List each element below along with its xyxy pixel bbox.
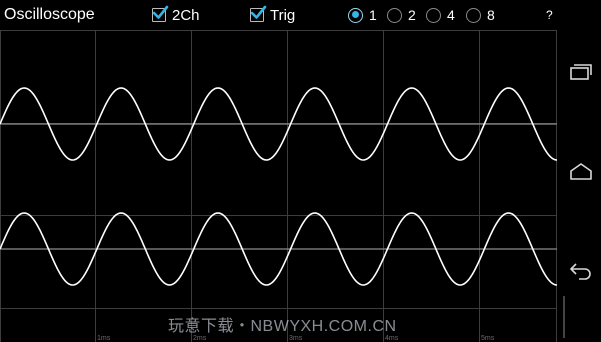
traces: [0, 87, 558, 286]
time-label-3: 3ms: [289, 335, 303, 342]
system-nav-bar: [561, 0, 601, 342]
help-button[interactable]: ?: [546, 8, 553, 22]
scale-radio-label: 8: [487, 7, 495, 23]
baselines: [0, 123, 557, 250]
scope-canvas: 1ms 2ms 3ms 4ms 5ms: [0, 30, 558, 342]
scale-radio-label: 1: [369, 7, 377, 23]
radio-unselected-icon: [387, 7, 402, 23]
scale-radio-1[interactable]: 1: [348, 6, 377, 24]
recent-apps-icon[interactable]: [569, 62, 593, 82]
scroll-indicator: [563, 296, 565, 338]
radio-unselected-icon: [426, 7, 441, 23]
home-icon[interactable]: [569, 162, 593, 182]
checkbox-checked-icon: [250, 5, 267, 22]
scale-radio-label: 2: [408, 7, 416, 23]
radio-selected-icon: [348, 7, 363, 23]
scale-radio-8[interactable]: 8: [466, 6, 495, 24]
time-label-5: 5ms: [481, 335, 495, 342]
app-title: Oscilloscope: [4, 6, 95, 23]
oscilloscope-app: Oscilloscope 2Ch Trig 1 2 4 8 ? 1ms 2ms …: [0, 0, 601, 342]
trigger-checkbox[interactable]: Trig: [250, 5, 296, 24]
scope-display[interactable]: 1ms 2ms 3ms 4ms 5ms: [0, 30, 561, 342]
scale-radio-4[interactable]: 4: [426, 6, 455, 24]
trigger-label: Trig: [270, 6, 296, 24]
two-channel-checkbox[interactable]: 2Ch: [152, 5, 200, 24]
time-label-4: 4ms: [385, 335, 399, 342]
scale-radio-2[interactable]: 2: [387, 6, 416, 24]
time-labels: 1ms 2ms 3ms 4ms 5ms: [97, 335, 495, 342]
time-label-2: 2ms: [193, 335, 207, 342]
checkbox-checked-icon: [152, 5, 169, 22]
two-channel-label: 2Ch: [172, 6, 200, 24]
watermark-text: 玩意下载・NBWYXH.COM.CN: [168, 318, 397, 335]
radio-unselected-icon: [466, 7, 481, 23]
time-label-1: 1ms: [97, 335, 111, 342]
action-bar: Oscilloscope 2Ch Trig 1 2 4 8 ?: [0, 0, 561, 30]
scale-radio-label: 4: [447, 7, 455, 23]
back-icon[interactable]: [569, 260, 593, 280]
grid: [0, 30, 557, 342]
